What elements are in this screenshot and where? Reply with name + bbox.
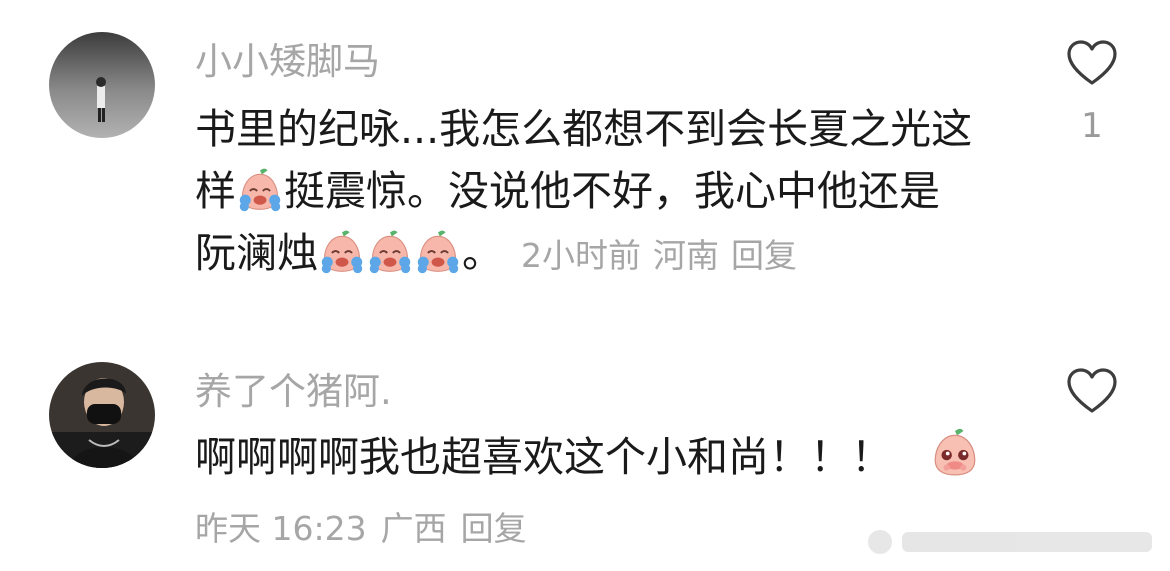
avatar[interactable] xyxy=(49,32,155,138)
watermark xyxy=(868,530,1152,554)
comment-item: 小小矮脚马 书里的纪咏...我怎么都想不到会长夏之光这样挺震惊。没说他不好，我心… xyxy=(0,0,1170,300)
comment-text: 书里的纪咏...我怎么都想不到会长夏之光这样挺震惊。没说他不好，我心中他还是 阮澜… xyxy=(195,105,973,277)
avatar[interactable] xyxy=(49,362,155,468)
shy-peach-emoji xyxy=(929,427,981,479)
reply-button[interactable]: 回复 xyxy=(731,236,797,275)
crying-laughing-peach-emoji xyxy=(415,229,461,275)
crying-laughing-peach-emoji xyxy=(367,229,413,275)
comment-meta: 2小时前 河南 回复 xyxy=(521,236,809,275)
location: 河南 xyxy=(653,236,719,275)
timestamp: 2小时前 xyxy=(521,236,641,275)
username[interactable]: 小小矮脚马 xyxy=(195,40,380,84)
heart-icon[interactable] xyxy=(1065,38,1119,88)
location: 广西 xyxy=(380,509,447,548)
heart-icon[interactable] xyxy=(1065,366,1119,416)
username[interactable]: 养了个猪阿. xyxy=(195,370,392,414)
like-count: 1 xyxy=(1081,106,1103,146)
crying-laughing-peach-emoji xyxy=(237,167,283,213)
comment-text: 啊啊啊啊我也超喜欢这个小和尚！！！ xyxy=(195,426,1015,488)
reply-button[interactable]: 回复 xyxy=(461,509,527,548)
crying-laughing-peach-emoji xyxy=(319,229,365,275)
timestamp: 昨天 16:23 xyxy=(195,509,367,548)
comment-meta: 昨天 16:23 广西 回复 xyxy=(195,502,541,550)
